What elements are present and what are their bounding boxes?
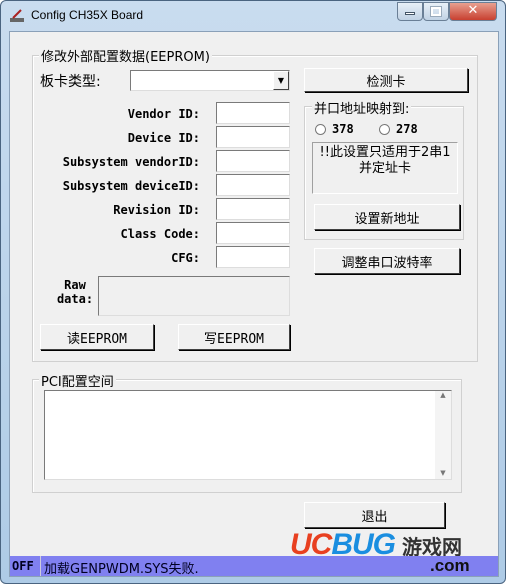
maximize-button[interactable] (423, 2, 449, 21)
set-address-button[interactable]: 设置新地址 (314, 204, 460, 230)
scroll-down-icon[interactable]: ▼ (435, 469, 451, 477)
field-label: Vendor ID: (127, 107, 200, 121)
status-divider (40, 556, 41, 576)
read-eeprom-button[interactable]: 读EEPROM (40, 324, 154, 350)
window-title: Config CH35X Board (31, 8, 144, 22)
eeprom-legend: 修改外部配置数据(EEPROM) (39, 46, 212, 65)
radio-378[interactable] (315, 124, 326, 135)
status-message: 加载GENPWDM.SYS失败. (44, 562, 199, 577)
pci-legend: PCI配置空间 (39, 371, 116, 390)
status-state: OFF (12, 559, 34, 573)
client-area: 修改外部配置数据(EEPROM) 板卡类型: ▼ 检测卡 Vendor ID: D… (9, 31, 499, 577)
field-label: Revision ID: (113, 203, 200, 217)
field-input[interactable] (216, 174, 290, 196)
field-input[interactable] (216, 150, 290, 172)
parallel-legend: 并口地址映射到: (312, 98, 412, 117)
app-icon (10, 9, 24, 22)
exit-button[interactable]: 退出 (304, 502, 445, 528)
pci-config-textarea[interactable]: ▲ ▼ (44, 390, 452, 480)
watermark-domain: .com (430, 556, 470, 575)
scroll-up-icon[interactable]: ▲ (435, 391, 451, 399)
radio-278[interactable] (379, 124, 390, 135)
detect-card-button[interactable]: 检测卡 (304, 68, 468, 92)
close-icon: ✕ (467, 3, 479, 18)
raw-data-label: Raw data: (56, 278, 94, 306)
baud-rate-button[interactable]: 调整串口波特率 (314, 248, 460, 274)
window: Config CH35X Board ✕ 修改外部配置数据(EEPROM) 板卡… (0, 0, 506, 584)
field-input[interactable] (216, 222, 290, 244)
board-type-select[interactable]: ▼ (130, 70, 290, 91)
field-input[interactable] (216, 246, 290, 268)
field-label: Class Code: (120, 227, 200, 241)
scrollbar[interactable]: ▲ ▼ (435, 391, 451, 479)
radio-278-label: 278 (396, 122, 418, 136)
field-input[interactable] (216, 198, 290, 220)
raw-data-box (98, 276, 290, 316)
field-label: Device ID: (127, 131, 200, 145)
board-type-label: 板卡类型: (40, 74, 101, 90)
chevron-down-icon[interactable]: ▼ (273, 71, 289, 90)
field-label: CFG: (171, 251, 200, 265)
minimize-button[interactable] (397, 2, 423, 21)
status-bar: OFF 加载GENPWDM.SYS失败. .com (10, 556, 498, 577)
field-input[interactable] (216, 126, 290, 148)
parallel-note: !!此设置只适用于2串1并定址卡 (312, 142, 458, 194)
close-button[interactable]: ✕ (449, 2, 497, 21)
field-label: Subsystem vendorID: (62, 155, 200, 169)
field-input[interactable] (216, 102, 290, 124)
field-label: Subsystem deviceID: (62, 179, 200, 193)
radio-378-label: 378 (332, 122, 354, 136)
write-eeprom-button[interactable]: 写EEPROM (178, 324, 290, 350)
